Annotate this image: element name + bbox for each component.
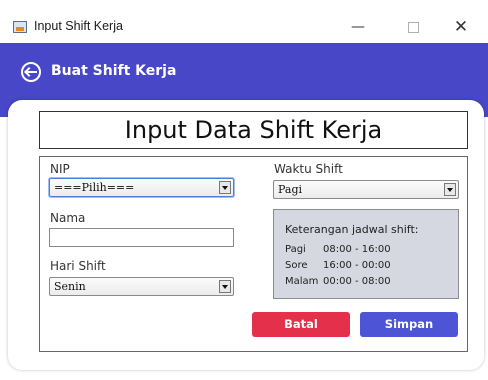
app-window: Input Shift Kerja — ✕ Buat Shift Kerja I…: [0, 0, 488, 380]
nip-selected: ===Pilih===: [54, 181, 135, 194]
window-title: Input Shift Kerja: [34, 19, 123, 33]
waktu-shift-selected: Pagi: [278, 183, 303, 196]
waktu-shift-label: Waktu Shift: [274, 162, 343, 176]
schedule-time: 08:00 - 16:00: [323, 244, 391, 255]
nama-input[interactable]: [49, 228, 234, 247]
arrow-left-circle-icon[interactable]: [21, 62, 41, 82]
form-title: Input Data Shift Kerja: [124, 116, 383, 144]
shift-info-box: Keterangan jadwal shift: Pagi 08:00 - 16:…: [273, 209, 459, 299]
chevron-down-icon[interactable]: [219, 280, 231, 293]
chevron-down-icon[interactable]: [219, 181, 231, 194]
nip-combobox[interactable]: ===Pilih===: [49, 178, 234, 197]
title-bar: Input Shift Kerja — ✕: [0, 12, 488, 43]
nip-label: NIP: [50, 162, 70, 176]
maximize-icon: [407, 22, 419, 33]
schedule-name: Pagi: [285, 244, 306, 255]
schedule-row: Sore 16:00 - 00:00: [285, 260, 391, 271]
schedule-row: Malam 00:00 - 08:00: [285, 276, 391, 287]
hari-shift-label: Hari Shift: [50, 259, 106, 273]
schedule-time: 16:00 - 00:00: [323, 260, 391, 271]
close-button[interactable]: ✕: [449, 16, 473, 38]
form-title-box: Input Data Shift Kerja: [39, 111, 468, 149]
hari-shift-combobox[interactable]: Senin: [49, 277, 234, 296]
nama-label: Nama: [50, 211, 86, 225]
schedule-name: Malam: [285, 276, 319, 287]
header-title: Buat Shift Kerja: [51, 63, 177, 79]
minimize-button[interactable]: —: [346, 16, 370, 38]
chevron-down-icon[interactable]: [444, 183, 456, 196]
info-title: Keterangan jadwal shift:: [285, 223, 419, 236]
hari-shift-selected: Senin: [54, 280, 86, 293]
waktu-shift-combobox[interactable]: Pagi: [273, 180, 459, 199]
batal-button[interactable]: Batal: [252, 312, 350, 337]
maximize-button[interactable]: [401, 16, 425, 38]
schedule-name: Sore: [285, 260, 308, 271]
schedule-time: 00:00 - 08:00: [323, 276, 391, 287]
simpan-button[interactable]: Simpan: [360, 312, 458, 337]
schedule-row: Pagi 08:00 - 16:00: [285, 244, 391, 255]
java-app-icon: [13, 21, 27, 33]
